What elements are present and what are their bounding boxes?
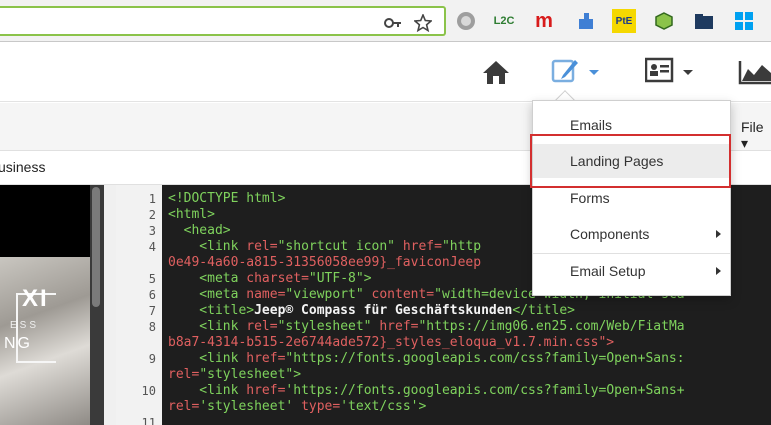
extension-l2c-icon[interactable]: L2C (492, 9, 516, 33)
menu-item-email-setup[interactable]: Email Setup (533, 254, 730, 288)
file-menu[interactable]: File ▾ (741, 119, 771, 152)
contacts-menu-button[interactable] (644, 56, 693, 88)
menu-item-label: Forms (570, 190, 610, 206)
line-number-gutter: 1 2 3 4 5 6 7 8 9 10 11 (116, 185, 162, 425)
bookmark-star-icon[interactable] (413, 12, 433, 33)
code-line[interactable]: <link href="https://fonts.googleapis.com… (168, 351, 684, 367)
preview-logo-caption: NG (4, 335, 32, 352)
line-number: 7 (148, 304, 156, 318)
extension-cube-icon[interactable] (652, 9, 676, 33)
extension-thumb-icon[interactable] (574, 9, 598, 33)
landing-page-preview: XI ESS NG (0, 185, 90, 425)
code-line[interactable]: <link href='https://fonts.googleapis.com… (168, 383, 684, 399)
chevron-right-icon (716, 230, 721, 238)
code-line[interactable] (168, 415, 685, 425)
line-number: 2 (148, 208, 156, 222)
highlight-box (530, 134, 731, 188)
scrollbar-thumb[interactable] (92, 187, 100, 307)
address-bar[interactable] (0, 6, 446, 36)
extension-folder-icon[interactable] (692, 9, 716, 33)
line-number: 8 (148, 320, 156, 334)
pane-divider[interactable] (104, 185, 116, 425)
chart-icon[interactable] (738, 56, 771, 88)
line-number: 11 (141, 416, 156, 425)
menu-item-components[interactable]: Components (533, 217, 730, 251)
line-number: 5 (148, 272, 156, 286)
code-line[interactable]: rel='stylesheet' type='text/css'> (168, 399, 685, 415)
extension-windows-icon[interactable] (732, 9, 756, 33)
code-line[interactable]: rel="stylesheet"> (168, 367, 685, 383)
line-number: 1 (148, 192, 156, 206)
extension-grey-icon[interactable] (454, 9, 478, 33)
menu-item-label: Emails (570, 117, 613, 133)
preview-logo-text: XI (22, 285, 49, 312)
chevron-down-icon (589, 69, 599, 75)
breadcrumb-text: usiness (0, 159, 46, 175)
menu-item-label: Email Setup (570, 263, 646, 279)
contact-card-icon (644, 57, 675, 88)
browser-toolbar: L2C m PtE (0, 0, 771, 42)
code-line[interactable]: <title>Jeep® Compass für Geschäftskunden… (168, 303, 685, 319)
preview-scrollbar[interactable] (90, 185, 104, 425)
extension-m-icon[interactable]: m (532, 9, 556, 33)
line-number: 10 (141, 384, 156, 398)
pencil-edit-icon (551, 55, 581, 90)
menu-item-label: Components (570, 226, 650, 242)
chevron-right-icon (716, 267, 721, 275)
extension-pte-icon[interactable]: PtE (612, 9, 636, 33)
line-number: 3 (148, 224, 156, 238)
line-number: 9 (148, 352, 156, 366)
app-toolbar (0, 42, 771, 102)
code-line[interactable]: <link rel="stylesheet" href="https://img… (168, 319, 684, 335)
preview-logo-subtext: ESS (10, 320, 40, 331)
line-number: 6 (148, 288, 156, 302)
code-line[interactable]: b8a7-4314-b515-2e6744ade572}_styles_eloq… (168, 335, 685, 351)
line-number: 4 (148, 240, 156, 254)
assets-dropdown-menu: Emails Landing Pages Forms Components Em… (532, 100, 731, 296)
home-icon[interactable] (482, 56, 510, 88)
chevron-down-icon (683, 69, 693, 75)
assets-menu-button[interactable] (551, 56, 599, 88)
key-icon[interactable] (384, 14, 402, 32)
